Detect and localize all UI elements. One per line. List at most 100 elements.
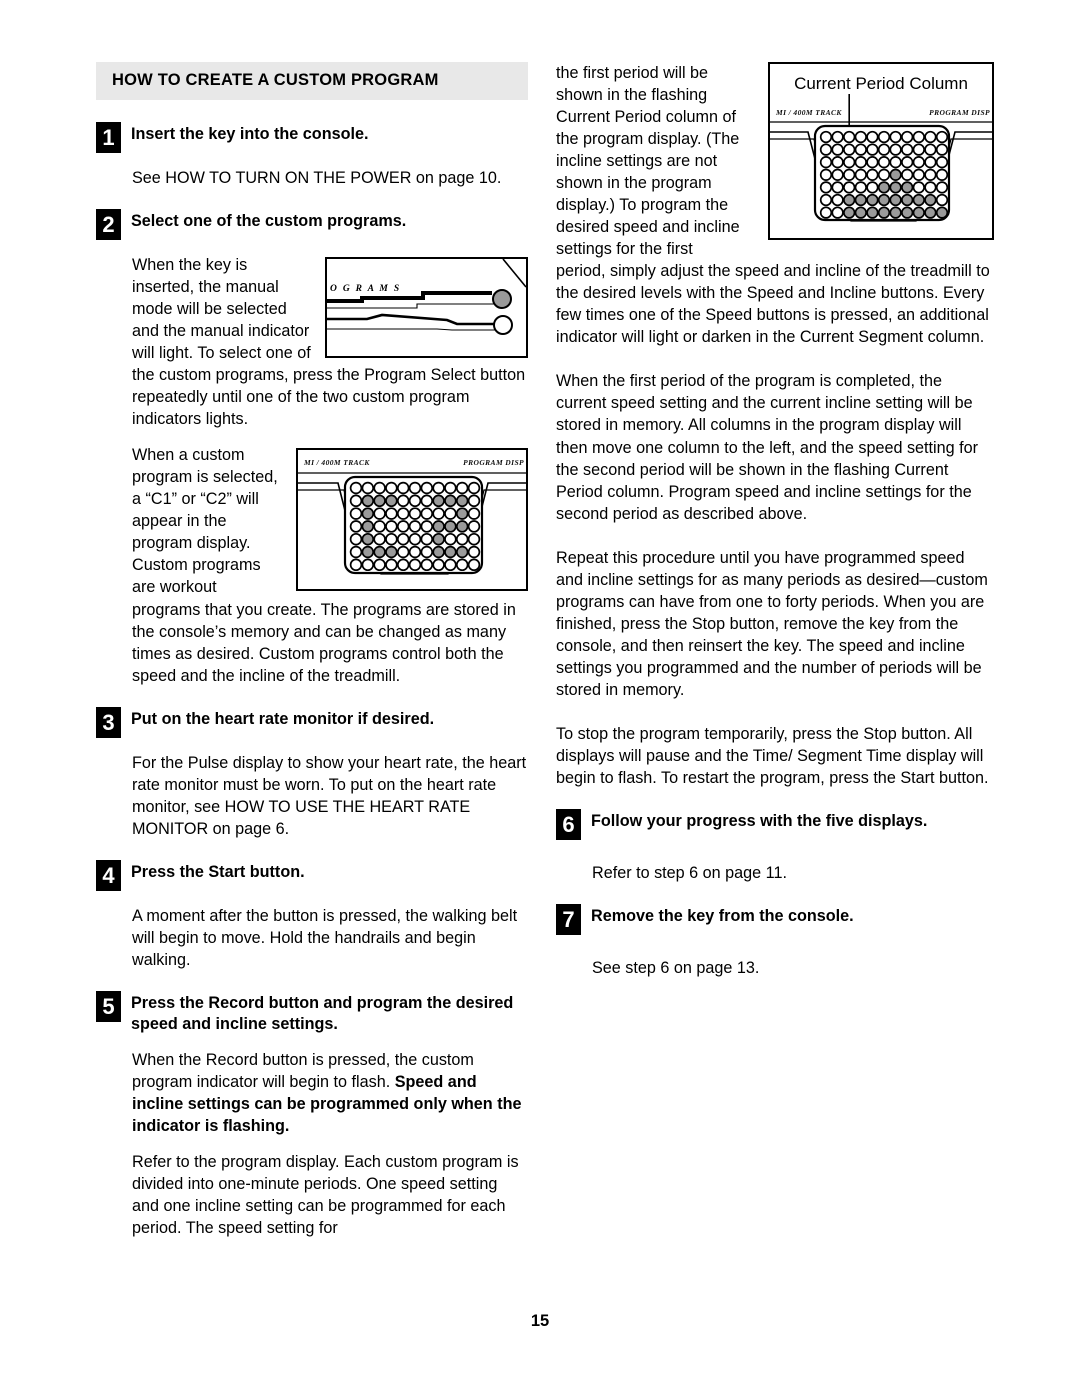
- matrix-dot: [432, 546, 445, 559]
- matrix-dot: [444, 533, 457, 546]
- matrix-dot: [432, 494, 445, 508]
- console-programs-illustration: O G R A M S: [325, 257, 528, 359]
- step-3-title: Put on the heart rate monitor if desired…: [131, 709, 435, 728]
- matrix-dot: [444, 520, 457, 533]
- step-2-number: 2: [96, 209, 121, 241]
- matrix-dot: [444, 494, 457, 508]
- step-2-title: Select one of the custom programs.: [131, 212, 407, 231]
- matrix-dot: [935, 168, 949, 181]
- matrix-dot: [877, 168, 891, 181]
- matrix-dot: [373, 507, 386, 521]
- matrix-dot: [877, 206, 891, 219]
- matrix-dot: [912, 181, 925, 194]
- page-number: 15: [530, 1312, 550, 1330]
- matrix-dot: [819, 206, 833, 219]
- matrix-dot: [831, 193, 844, 207]
- matrix-dot: [396, 546, 410, 559]
- matrix-dot: [866, 193, 879, 207]
- matrix-dot: [455, 507, 469, 521]
- matrix-dot: [924, 168, 937, 181]
- matrix-dot: [843, 193, 856, 207]
- matrix-dot: [361, 558, 375, 572]
- matrix-dot: [889, 156, 902, 169]
- matrix-dot: [831, 130, 844, 144]
- matrix-dot: [831, 181, 844, 194]
- matrix-dot: [361, 533, 375, 546]
- right-para-4: To stop the program temporarily, press t…: [556, 724, 989, 787]
- matrix-dot: [361, 520, 375, 533]
- matrix-dot: [349, 507, 363, 521]
- dot-matrix-right: [819, 130, 949, 219]
- matrix-dot: [385, 533, 398, 546]
- matrix-dot: [467, 507, 481, 521]
- step-4-number: 4: [96, 859, 121, 891]
- matrix-dot: [408, 558, 422, 572]
- matrix-dot: [901, 193, 914, 207]
- matrix-dot: [912, 168, 925, 181]
- matrix-dot: [408, 533, 422, 546]
- matrix-dot: [854, 168, 867, 181]
- matrix-dot: [901, 156, 914, 169]
- matrix-dot: [444, 507, 457, 521]
- matrix-dot: [889, 193, 902, 207]
- matrix-dot: [361, 507, 375, 521]
- matrix-dot: [935, 193, 949, 207]
- matrix-dot: [831, 156, 844, 169]
- console-drawing: [327, 259, 526, 336]
- matrix-dot: [819, 130, 833, 144]
- matrix-dot: [420, 558, 434, 572]
- matrix-dot: [373, 494, 386, 508]
- matrix-dot: [831, 206, 844, 219]
- matrix-dot: [467, 520, 481, 533]
- program-display-illustration-left: MI / 400M TRACK PROGRAM DISP: [296, 448, 528, 592]
- section-header-bar: HOW TO CREATE A CUSTOM PROGRAM: [96, 62, 528, 100]
- matrix-dot: [444, 482, 457, 495]
- matrix-dot: [912, 206, 925, 219]
- step-2-body-1-wrapper: O G R A M S When the key is inserted, th…: [132, 254, 528, 430]
- program-display-left-title-label: PROGRAM DISP: [463, 458, 524, 468]
- program-display-illustration-right: Current Period Column MI / 400M TRACK PR…: [768, 62, 994, 240]
- matrix-dot: [877, 193, 891, 207]
- step-6-title: Follow your progress with the five displ…: [591, 811, 928, 830]
- right-para-2: When the first period of the program is …: [556, 372, 979, 523]
- matrix-dot: [467, 494, 481, 508]
- current-period-column-callout: Current Period Column: [794, 74, 968, 93]
- step-3-number: 3: [96, 706, 121, 738]
- matrix-dot: [866, 130, 879, 144]
- matrix-dot: [349, 558, 363, 572]
- matrix-dot: [819, 143, 833, 156]
- step-3: 3 Put on the heart rate monitor if desir…: [96, 706, 528, 738]
- matrix-dot: [420, 494, 434, 508]
- matrix-dot: [396, 558, 410, 572]
- step-2-body-2-wrapper: MI / 400M TRACK PROGRAM DISP When a cust…: [132, 444, 528, 686]
- step-5: 5 Press the Record button and program th…: [96, 990, 528, 1035]
- matrix-dot: [385, 494, 398, 508]
- step-5-body-1: When the Record button is pressed, the c…: [132, 1049, 528, 1137]
- matrix-dot: [935, 206, 949, 219]
- matrix-dot: [373, 558, 386, 572]
- matrix-dot: [819, 193, 833, 207]
- matrix-dot: [349, 520, 363, 533]
- manual-page: HOW TO CREATE A CUSTOM PROGRAM 1 Insert …: [0, 0, 1080, 1397]
- matrix-dot: [877, 156, 891, 169]
- matrix-dot: [408, 482, 422, 495]
- matrix-dot: [935, 130, 949, 144]
- matrix-dot: [349, 482, 363, 495]
- matrix-dot: [455, 482, 469, 495]
- matrix-dot: [432, 520, 445, 533]
- matrix-dot: [455, 533, 469, 546]
- matrix-dot: [889, 206, 902, 219]
- matrix-dot: [935, 181, 949, 194]
- page-title: HOW TO CREATE A CUSTOM PROGRAM: [112, 71, 439, 89]
- matrix-dot: [408, 546, 422, 559]
- matrix-dot: [408, 494, 422, 508]
- matrix-dot: [877, 181, 891, 194]
- matrix-dot: [385, 482, 398, 495]
- matrix-dot: [912, 143, 925, 156]
- matrix-dot: [396, 494, 410, 508]
- matrix-dot: [373, 520, 386, 533]
- matrix-dot: [361, 494, 375, 508]
- matrix-dot: [396, 507, 410, 521]
- matrix-dot: [467, 533, 481, 546]
- matrix-dot: [866, 143, 879, 156]
